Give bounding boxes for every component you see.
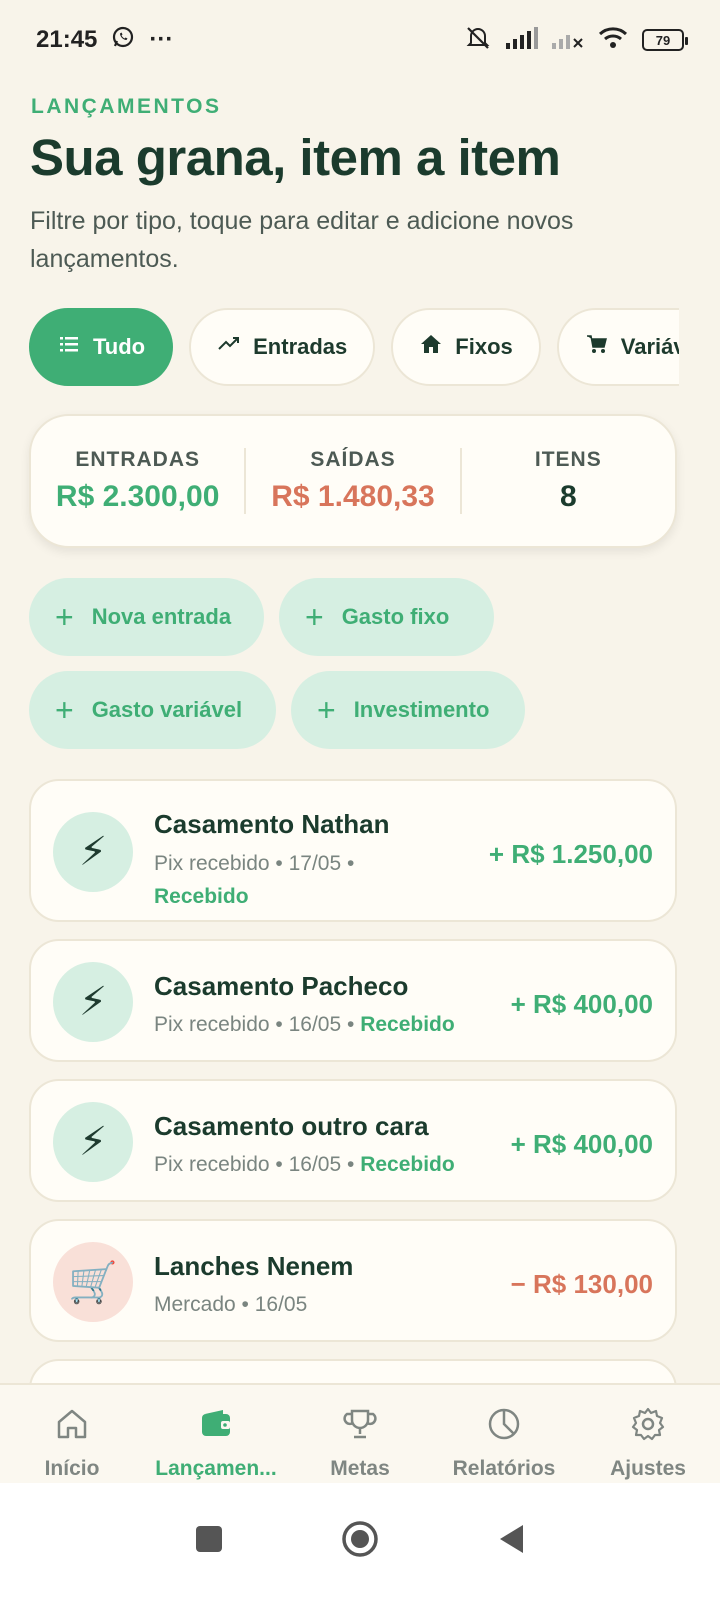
more-notifications-icon: ··· xyxy=(149,26,174,53)
clock: 21:45 xyxy=(36,26,98,53)
fixed-expense-label: Gasto fixo xyxy=(341,604,450,629)
pie-chart-icon xyxy=(485,1405,523,1449)
home-icon xyxy=(53,1405,91,1449)
trend-up-icon xyxy=(217,332,241,362)
home-button[interactable] xyxy=(341,1520,379,1563)
nav-label: Metas xyxy=(330,1457,390,1480)
lightning-icon: ⚡ xyxy=(53,1102,133,1182)
filter-chip-variaveis[interactable]: Variáveis xyxy=(556,308,679,386)
back-button[interactable] xyxy=(497,1523,525,1560)
summary-card: ENTRADAS R$ 2.300,00 SAÍDAS R$ 1.480,33 … xyxy=(29,414,677,548)
fixed-expense-button[interactable]: + Gasto fixo xyxy=(279,578,494,656)
nav-ajustes[interactable]: Ajustes xyxy=(576,1385,720,1483)
transaction-row[interactable]: ⚡ Casamento Pacheco Pix recebido • 16/05… xyxy=(29,939,677,1062)
nav-label: Relatórios xyxy=(452,1457,556,1480)
filter-chip-fixos[interactable]: Fixos xyxy=(391,308,541,386)
new-income-label: Nova entrada xyxy=(91,604,232,629)
investment-label: Investimento xyxy=(353,697,490,722)
transaction-row[interactable]: 🛒 Lanches Nenem Mercado • 16/05 − R$ 130… xyxy=(29,1219,677,1342)
transaction-date: 16/05 xyxy=(288,1013,342,1036)
list-icon xyxy=(57,332,81,362)
new-income-button[interactable]: + Nova entrada xyxy=(29,578,264,656)
summary-expense: SAÍDAS R$ 1.480,33 xyxy=(244,448,459,514)
filter-chip-tudo[interactable]: Tudo xyxy=(29,308,174,386)
summary-items-value: 8 xyxy=(559,480,577,513)
variable-expense-button[interactable]: + Gasto variável xyxy=(29,671,276,749)
filter-chip-entradas[interactable]: Entradas xyxy=(189,308,376,386)
transaction-amount: + R$ 1.250,00 xyxy=(488,839,653,869)
home-icon xyxy=(419,332,443,362)
nav-label: Ajustes xyxy=(610,1457,686,1480)
transaction-meta: Pix recebido • 17/05 • Recebido xyxy=(154,852,355,908)
transaction-amount: − R$ 130,00 xyxy=(510,1269,653,1299)
plus-icon: + xyxy=(55,692,74,728)
filter-chip-label: Tudo xyxy=(93,334,146,359)
summary-income-label: ENTRADAS xyxy=(75,448,200,471)
page-title: Sua grana, item a item xyxy=(30,129,561,186)
plus-icon: + xyxy=(305,599,324,635)
transaction-amount: + R$ 400,00 xyxy=(510,1129,653,1159)
transaction-meta: Mercado • 16/05 xyxy=(154,1293,308,1316)
transaction-meta: Pix recebido • 16/05 • Recebido xyxy=(154,1153,455,1176)
lightning-icon: ⚡ xyxy=(53,962,133,1042)
nav-relatorios[interactable]: Relatórios xyxy=(432,1385,576,1483)
system-nav-bar xyxy=(0,1483,720,1600)
nav-label: Início xyxy=(44,1457,100,1480)
summary-income: ENTRADAS R$ 2.300,00 xyxy=(31,448,244,514)
summary-items: ITENS 8 xyxy=(459,448,675,514)
transaction-status: Recebido xyxy=(360,1013,455,1036)
signal-off-icon xyxy=(552,27,584,54)
filter-chip-label: Variáveis xyxy=(620,334,679,359)
silent-mode-icon xyxy=(464,25,492,56)
transaction-meta: Pix recebido • 16/05 • Recebido xyxy=(154,1013,455,1036)
transaction-row[interactable]: ⚡ Casamento Nathan Pix recebido • 17/05 … xyxy=(29,779,677,922)
lightning-icon: ⚡ xyxy=(53,812,133,892)
section-eyebrow: LANÇAMENTOS xyxy=(31,95,222,118)
transaction-name: Lanches Nenem xyxy=(154,1251,354,1281)
plus-icon: + xyxy=(317,692,336,728)
shopping-cart-icon: 🛒 xyxy=(53,1242,133,1322)
transaction-date: 16/05 xyxy=(254,1293,308,1316)
signal-icon xyxy=(506,26,538,54)
nav-label: Lançamen... xyxy=(155,1457,277,1480)
wallet-icon xyxy=(197,1405,235,1449)
transaction-date: 16/05 xyxy=(288,1153,342,1176)
transaction-category: Pix recebido xyxy=(154,852,270,875)
status-bar: 21:45 ··· 79 xyxy=(0,0,720,80)
transaction-category: Pix recebido xyxy=(154,1013,270,1036)
filter-chip-label: Entradas xyxy=(253,334,348,359)
bottom-nav: Início Lançamen... Metas Relatórios Ajus… xyxy=(0,1383,720,1483)
transaction-category: Pix recebido xyxy=(154,1153,270,1176)
summary-income-value: R$ 2.300,00 xyxy=(55,480,220,513)
page-subtitle: Filtre por tipo, toque para editar e adi… xyxy=(30,207,574,273)
variable-expense-label: Gasto variável xyxy=(91,697,243,722)
summary-items-label: ITENS xyxy=(534,448,602,471)
summary-expense-value: R$ 1.480,33 xyxy=(271,480,435,513)
transaction-row[interactable]: ⚡ Casamento outro cara Pix recebido • 16… xyxy=(29,1079,677,1202)
battery-icon: 79 xyxy=(642,29,688,51)
plus-icon: + xyxy=(55,599,74,635)
transaction-status: Recebido xyxy=(360,1153,455,1176)
recent-apps-button[interactable] xyxy=(195,1525,223,1558)
transaction-date: 17/05 xyxy=(288,852,342,875)
transaction-name: Casamento outro cara xyxy=(154,1111,429,1141)
wifi-icon xyxy=(598,26,628,55)
nav-metas[interactable]: Metas xyxy=(288,1385,432,1483)
filter-chips: Tudo Entradas Fixos Variáveis xyxy=(29,308,679,388)
trophy-icon xyxy=(341,1405,379,1449)
cart-icon xyxy=(585,332,609,362)
gear-icon xyxy=(629,1405,667,1449)
nav-inicio[interactable]: Início xyxy=(0,1385,144,1483)
transaction-amount: + R$ 400,00 xyxy=(510,989,653,1019)
transaction-name: Casamento Pacheco xyxy=(154,971,409,1001)
transaction-name: Casamento Nathan xyxy=(154,809,390,839)
whatsapp-icon xyxy=(111,25,135,56)
transaction-category: Mercado xyxy=(154,1293,236,1316)
nav-lancamentos[interactable]: Lançamen... xyxy=(144,1385,288,1483)
transaction-status: Recebido xyxy=(154,885,249,908)
filter-chip-label: Fixos xyxy=(455,334,513,359)
summary-expense-label: SAÍDAS xyxy=(310,448,396,471)
investment-button[interactable]: + Investimento xyxy=(291,671,525,749)
